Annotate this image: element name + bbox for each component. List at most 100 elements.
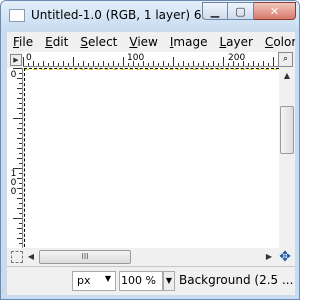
- menu-file[interactable]: File: [7, 35, 39, 49]
- vertical-scrollbar[interactable]: ▲ ▼: [279, 68, 295, 262]
- ruler-tick: [17, 238, 22, 239]
- menu-image-label: mage: [173, 35, 208, 49]
- menu-colors[interactable]: Colors: [259, 35, 295, 49]
- image-menu-button[interactable]: ▶: [10, 54, 22, 66]
- ruler-tick: [153, 61, 154, 66]
- menu-view[interactable]: View: [123, 35, 163, 49]
- ruler-tick: [23, 57, 24, 66]
- menu-view-label: iew: [137, 35, 158, 49]
- horizontal-scroll-thumb[interactable]: III: [39, 250, 131, 264]
- menu-bar: File Edit Select View Image Layer Colors: [7, 32, 295, 52]
- vertical-scroll-thumb[interactable]: [280, 106, 294, 154]
- canvas-area: ▶ 0 100 200 ⌕ 0 1 0 0 ▲ ▼: [7, 52, 295, 266]
- ruler-tick: [233, 61, 234, 66]
- title-bar[interactable]: Untitled-1.0 (RGB, 1 layer) 6... ▁ ▢ ✕: [1, 1, 299, 31]
- image-canvas[interactable]: [24, 68, 279, 262]
- ruler-tick: [43, 61, 44, 66]
- triangle-right-icon: ▶: [13, 56, 19, 64]
- ruler-tick: [13, 68, 22, 69]
- ruler-tick: [19, 123, 22, 124]
- menu-select-label: elect: [87, 35, 118, 49]
- ruler-tick: [19, 173, 22, 174]
- ruler-tick: [19, 143, 22, 144]
- horizontal-ruler[interactable]: 0 100 200: [23, 52, 279, 67]
- menu-colors-label: olors: [273, 35, 295, 49]
- ruler-tick: [19, 153, 22, 154]
- ruler-tick: [273, 57, 274, 66]
- ruler-tick: [17, 208, 22, 209]
- menu-edit-label: dit: [52, 35, 69, 49]
- unit-select[interactable]: px ▼: [72, 271, 116, 291]
- status-bar: px ▼ 100 % ▼ Background (2.5 ...: [7, 266, 295, 295]
- ruler-tick: [83, 61, 84, 66]
- ruler-label-0: 0: [26, 53, 32, 63]
- ruler-tick: [78, 63, 79, 66]
- ruler-tick: [19, 113, 22, 114]
- ruler-tick: [73, 57, 74, 66]
- ruler-tick: [173, 57, 174, 66]
- ruler-tick: [68, 63, 69, 66]
- close-icon: ✕: [269, 4, 280, 18]
- unit-value: px: [77, 274, 91, 287]
- ruler-tick: [118, 63, 119, 66]
- scroll-left-icon[interactable]: ◀: [25, 249, 37, 265]
- ruler-tick: [123, 57, 124, 66]
- ruler-tick: [17, 98, 22, 99]
- menu-select-mnemonic: S: [80, 35, 88, 49]
- menu-select[interactable]: Select: [74, 35, 123, 49]
- menu-layer-label: ayer: [226, 35, 253, 49]
- minimize-button[interactable]: ▁: [202, 2, 228, 20]
- ruler-tick: [17, 88, 22, 89]
- menu-image[interactable]: Image: [164, 35, 214, 49]
- ruler-tick: [53, 61, 54, 66]
- ruler-tick: [108, 63, 109, 66]
- ruler-tick: [168, 63, 169, 66]
- ruler-tick: [63, 61, 64, 66]
- close-button[interactable]: ✕: [254, 2, 296, 20]
- ruler-tick: [248, 63, 249, 66]
- ruler-tick: [198, 63, 199, 66]
- horizontal-scrollbar[interactable]: ◀ III ▶ ✥: [7, 248, 295, 266]
- ruler-tick: [19, 223, 22, 224]
- navigate-icon[interactable]: ✥: [277, 248, 293, 266]
- ruler-tick: [17, 188, 22, 189]
- menu-edit[interactable]: Edit: [39, 35, 74, 49]
- zoom-input[interactable]: 100 %: [119, 271, 163, 291]
- ruler-label-100: 100: [127, 53, 145, 63]
- ruler-tick: [17, 178, 22, 179]
- maximize-button[interactable]: ▢: [228, 2, 254, 20]
- scroll-up-icon[interactable]: ▲: [279, 68, 295, 84]
- menu-layer[interactable]: Layer: [213, 35, 258, 49]
- image-window: Untitled-1.0 (RGB, 1 layer) 6... ▁ ▢ ✕ F…: [0, 0, 300, 300]
- ruler-tick: [88, 63, 89, 66]
- ruler-tick: [33, 61, 34, 66]
- ruler-tick: [58, 63, 59, 66]
- ruler-tick: [19, 133, 22, 134]
- menu-edit-mnemonic: E: [45, 35, 53, 49]
- ruler-tick: [28, 63, 29, 66]
- ruler-tick: [163, 61, 164, 66]
- ruler-tick: [19, 243, 22, 244]
- magnifier-icon: ⌕: [282, 54, 289, 64]
- ruler-tick: [19, 73, 22, 74]
- zoom-to-window-button[interactable]: ⌕: [278, 52, 293, 67]
- ruler-tick: [19, 103, 22, 104]
- ruler-tick: [148, 63, 149, 66]
- ruler-tick: [258, 63, 259, 66]
- ruler-tick: [93, 61, 94, 66]
- vertical-ruler[interactable]: 0 1 0 0: [7, 68, 23, 262]
- zoom-dropdown-button[interactable]: ▼: [163, 271, 175, 291]
- ruler-tick: [19, 183, 22, 184]
- ruler-tick: [17, 198, 22, 199]
- ruler-tick: [19, 213, 22, 214]
- scroll-right-icon[interactable]: ▶: [263, 249, 275, 265]
- ruler-tick: [158, 63, 159, 66]
- ruler-tick: [13, 218, 22, 219]
- quick-mask-icon[interactable]: [11, 251, 23, 263]
- ruler-tick: [17, 158, 22, 159]
- ruler-tick: [268, 63, 269, 66]
- ruler-tick: [98, 63, 99, 66]
- ruler-tick: [19, 193, 22, 194]
- ruler-tick: [128, 63, 129, 66]
- ruler-tick: [113, 61, 114, 66]
